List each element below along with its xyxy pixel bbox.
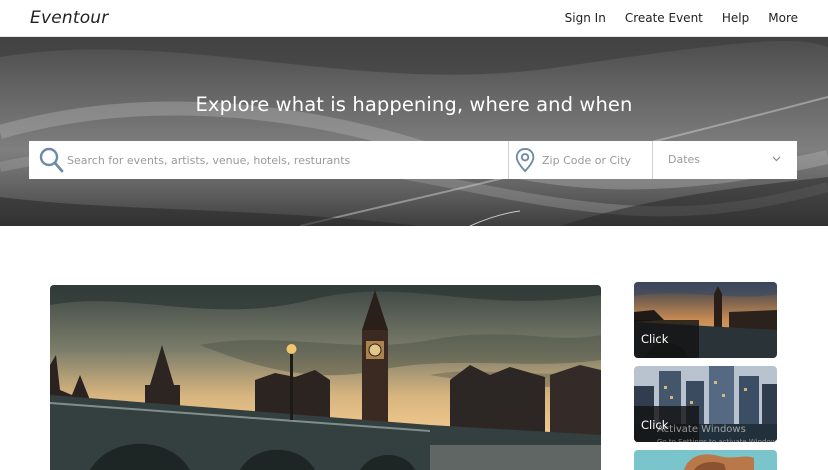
nav-create-event[interactable]: Create Event bbox=[625, 11, 703, 25]
top-navbar: Eventour Sign In Create Event Help More bbox=[0, 0, 828, 37]
search-icon bbox=[39, 147, 64, 173]
activate-windows-watermark: Activate Windows bbox=[657, 424, 746, 435]
location-field bbox=[509, 141, 653, 179]
side-card-third[interactable] bbox=[634, 450, 777, 470]
dates-label: Dates bbox=[668, 153, 701, 166]
side-card-london[interactable]: Click here bbox=[634, 282, 777, 358]
map-pin-icon bbox=[515, 147, 535, 173]
location-input[interactable] bbox=[542, 141, 647, 179]
hero-banner: Explore what is happening, where and whe… bbox=[0, 37, 828, 226]
featured-image-london[interactable] bbox=[50, 285, 601, 470]
nav-sign-in[interactable]: Sign In bbox=[565, 11, 606, 25]
london-skyline-image bbox=[50, 285, 601, 470]
hero-wave-background bbox=[0, 37, 828, 226]
search-bar: Dates bbox=[29, 141, 797, 179]
nav-help[interactable]: Help bbox=[722, 11, 749, 25]
nav-more[interactable]: More bbox=[768, 11, 798, 25]
nav-links: Sign In Create Event Help More bbox=[565, 11, 798, 25]
hero-title: Explore what is happening, where and whe… bbox=[195, 93, 633, 116]
search-input[interactable] bbox=[67, 141, 502, 179]
dates-select[interactable]: Dates bbox=[653, 141, 797, 179]
activate-windows-subtext: Go to Settings to activate Windows. bbox=[657, 438, 783, 446]
brand-logo[interactable]: Eventour bbox=[30, 8, 108, 28]
click-here-button[interactable]: Click here bbox=[634, 320, 699, 358]
search-field bbox=[29, 141, 509, 179]
chevron-down-icon bbox=[772, 156, 781, 162]
side-card-third-image bbox=[634, 450, 777, 470]
